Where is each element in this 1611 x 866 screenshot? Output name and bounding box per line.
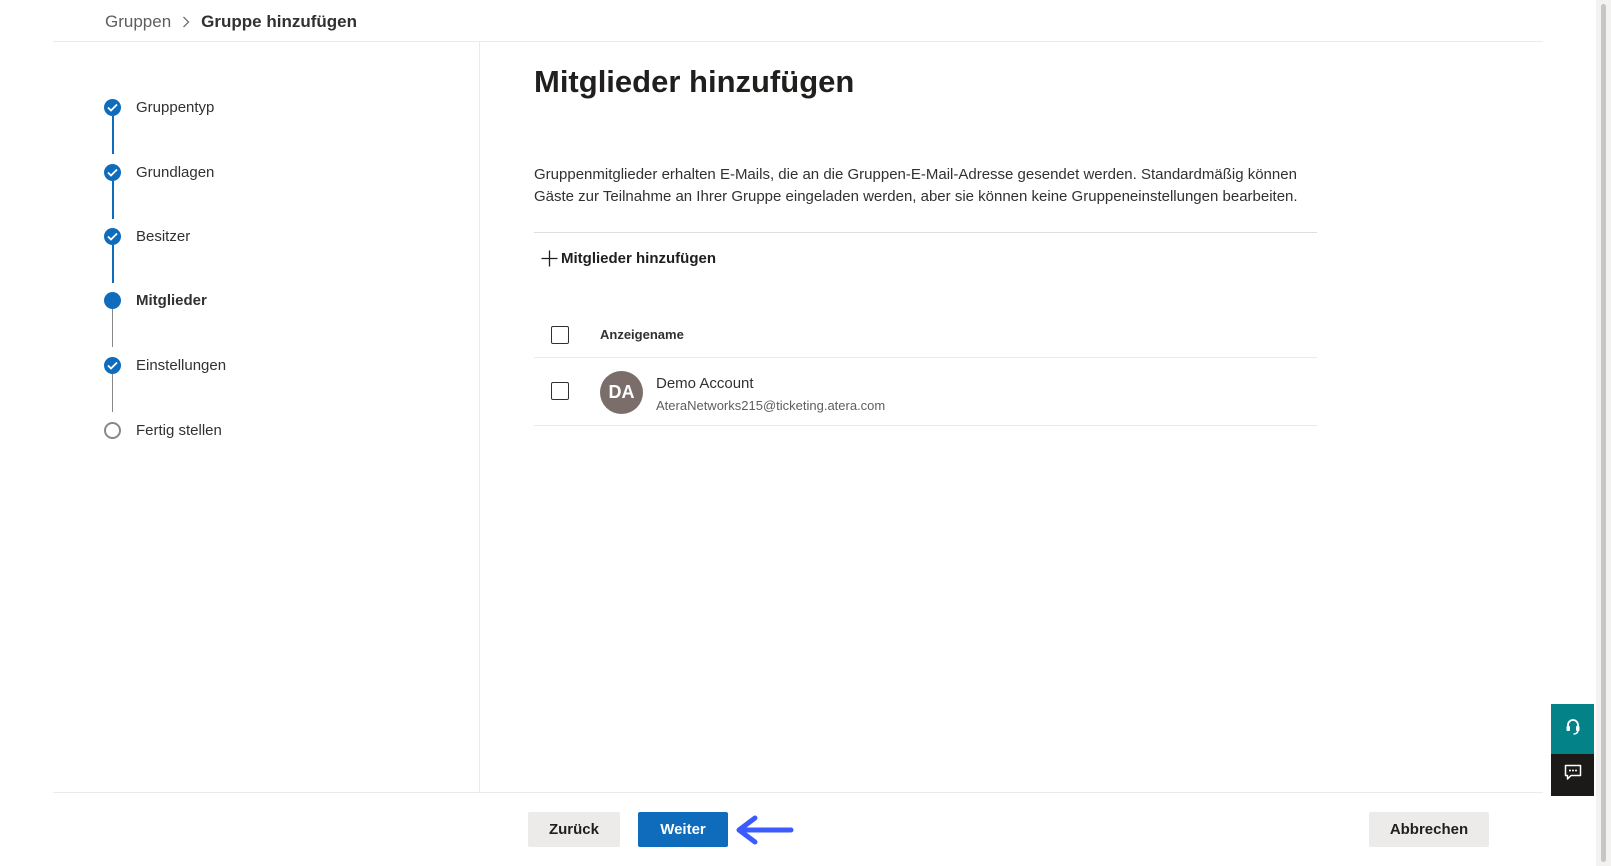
avatar: DA	[600, 371, 643, 414]
cancel-button[interactable]: Abbrechen	[1369, 812, 1489, 847]
step-mitglieder[interactable]: Mitglieder	[104, 289, 207, 311]
next-button[interactable]: Weiter	[638, 812, 728, 847]
breadcrumb-groups-link[interactable]: Gruppen	[105, 12, 171, 32]
page-description: Gruppenmitglieder erhalten E-Mails, die …	[534, 166, 1298, 205]
current-step-dot-icon	[104, 291, 121, 309]
table-header-row: Anzeigename	[534, 312, 1317, 358]
step-label: Mitglieder	[136, 291, 207, 309]
help-button[interactable]	[1551, 704, 1594, 754]
wizard-stepper: Gruppentyp Grundlagen Besitzer Mitgliede…	[0, 42, 480, 792]
step-connector	[112, 181, 114, 219]
step-label: Gruppentyp	[136, 98, 215, 116]
checkmark-circle-icon	[104, 98, 121, 116]
checkmark-circle-icon	[104, 163, 121, 181]
annotation-arrow-icon	[736, 815, 794, 845]
step-connector	[112, 116, 114, 154]
step-fertig-stellen[interactable]: Fertig stellen	[104, 419, 222, 441]
breadcrumb: Gruppen Gruppe hinzufügen	[105, 10, 357, 34]
members-table: Anzeigename DA Demo Account AteraNetwork…	[534, 312, 1317, 426]
step-label: Besitzer	[136, 227, 191, 245]
step-grundlagen[interactable]: Grundlagen	[104, 161, 214, 183]
step-einstellungen[interactable]: Einstellungen	[104, 354, 226, 376]
footer-divider	[53, 792, 1543, 793]
section-divider	[534, 232, 1317, 233]
step-label: Grundlagen	[136, 163, 215, 181]
empty-circle-icon	[104, 421, 121, 439]
back-button[interactable]: Zurück	[528, 812, 620, 847]
breadcrumb-current: Gruppe hinzufügen	[201, 12, 357, 31]
headset-icon	[1565, 718, 1581, 741]
add-members-button[interactable]: Mitglieder hinzufügen	[540, 244, 716, 272]
add-members-label: Mitglieder hinzufügen	[561, 249, 716, 267]
scrollbar-thumb[interactable]	[1601, 4, 1606, 862]
step-connector	[112, 374, 113, 412]
table-row[interactable]: DA Demo Account AteraNetworks215@ticketi…	[534, 358, 1317, 426]
step-besitzer[interactable]: Besitzer	[104, 225, 190, 247]
chevron-right-icon	[182, 16, 190, 28]
plus-icon	[540, 249, 559, 268]
row-checkbox[interactable]	[551, 382, 569, 400]
column-header-display-name[interactable]: Anzeigename	[600, 327, 684, 342]
step-connector	[112, 245, 114, 283]
checkmark-circle-icon	[104, 227, 121, 245]
select-all-checkbox[interactable]	[551, 326, 569, 344]
step-label: Einstellungen	[136, 356, 227, 374]
step-connector	[112, 309, 113, 347]
step-label: Fertig stellen	[136, 421, 222, 439]
feedback-button[interactable]	[1551, 754, 1594, 796]
step-gruppentyp[interactable]: Gruppentyp	[104, 96, 214, 118]
page-title: Mitglieder hinzufügen	[534, 64, 855, 99]
feedback-icon	[1564, 764, 1582, 786]
page-scrollbar[interactable]	[1596, 0, 1611, 866]
member-name: Demo Account	[656, 375, 754, 392]
checkmark-circle-icon	[104, 356, 121, 374]
member-email: AteraNetworks215@ticketing.atera.com	[656, 398, 886, 413]
